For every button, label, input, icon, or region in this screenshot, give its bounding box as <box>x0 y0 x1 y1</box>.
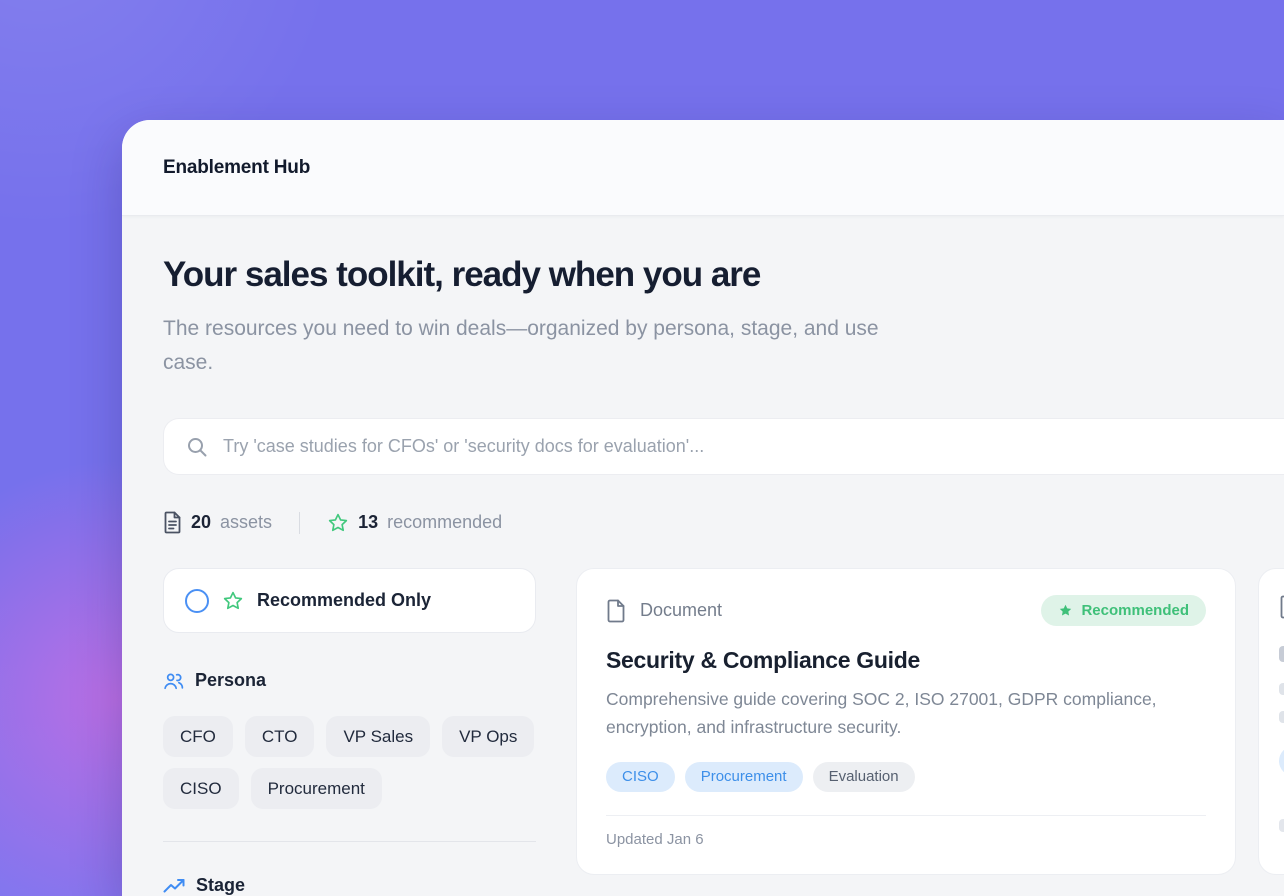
partial-card-tag <box>1279 746 1284 776</box>
persona-chip-cfo[interactable]: CFO <box>163 716 233 757</box>
recommended-stat: 13 recommended <box>327 512 502 534</box>
star-icon <box>222 590 244 612</box>
card-tag-procurement[interactable]: Procurement <box>685 762 803 792</box>
card-tag-evaluation[interactable]: Evaluation <box>813 762 915 792</box>
page-title: Your sales toolkit, ready when you are <box>163 254 1284 296</box>
assets-count: 20 <box>191 512 211 533</box>
persona-chip-vp-ops[interactable]: VP Ops <box>442 716 534 757</box>
assets-stat: 20 assets <box>163 511 272 534</box>
recommended-only-toggle[interactable]: Recommended Only <box>163 568 536 633</box>
star-icon <box>327 512 349 534</box>
card-tags: CISO Procurement Evaluation <box>606 762 1206 792</box>
content-row: Recommended Only Persona <box>163 568 1284 896</box>
persona-chip-vp-sales[interactable]: VP Sales <box>326 716 430 757</box>
enablement-hub-window: Enablement Hub Your sales toolkit, ready… <box>122 120 1284 896</box>
star-filled-icon <box>1058 603 1073 618</box>
sidebar-divider <box>163 841 536 842</box>
stats-divider <box>299 512 300 534</box>
card-updated: Updated Jan 6 <box>606 831 1206 848</box>
window-header: Enablement Hub <box>122 120 1284 216</box>
stage-filter-section: Stage <box>163 875 536 896</box>
persona-chips: CFO CTO VP Sales VP Ops CISO Procurement <box>163 716 536 809</box>
recommended-count: 13 <box>358 512 378 533</box>
radio-unchecked-icon[interactable] <box>185 589 209 613</box>
card-title: Security & Compliance Guide <box>606 647 1206 674</box>
card-divider <box>606 815 1206 816</box>
recommended-badge-label: Recommended <box>1081 602 1189 619</box>
window-body: Your sales toolkit, ready when you are T… <box>122 216 1284 896</box>
persona-filter-section: Persona CFO CTO VP Sales VP Ops CISO Pro… <box>163 670 536 809</box>
file-text-icon <box>163 511 182 534</box>
assets-label: assets <box>220 512 272 533</box>
persona-filter-title: Persona <box>195 670 266 691</box>
search-input[interactable] <box>223 419 1284 474</box>
stage-filter-title: Stage <box>196 875 245 896</box>
document-icon <box>1279 595 1284 619</box>
search-bar[interactable] <box>163 418 1284 475</box>
resource-card[interactable]: Document Recommended Security & Complian… <box>576 568 1236 875</box>
page-subtitle: The resources you need to win deals—orga… <box>163 312 933 380</box>
users-icon <box>163 671 184 691</box>
filter-sidebar: Recommended Only Persona <box>163 568 536 896</box>
persona-chip-ciso[interactable]: CISO <box>163 768 239 809</box>
persona-chip-cto[interactable]: CTO <box>245 716 315 757</box>
stats-row: 20 assets 13 recommended <box>163 511 1284 534</box>
partial-card-description <box>1279 683 1284 695</box>
card-tag-ciso[interactable]: CISO <box>606 762 675 792</box>
trending-up-icon <box>163 878 185 894</box>
cards-row: Document Recommended Security & Complian… <box>576 568 1284 875</box>
search-icon <box>186 436 208 458</box>
card-type-label: Document <box>640 600 722 621</box>
recommended-label: recommended <box>387 512 502 533</box>
app-title: Enablement Hub <box>163 157 310 179</box>
persona-chip-procurement[interactable]: Procurement <box>251 768 382 809</box>
partial-card-title <box>1279 646 1284 662</box>
recommended-only-label: Recommended Only <box>257 590 431 611</box>
partial-card-updated <box>1279 819 1284 832</box>
document-icon <box>606 599 626 623</box>
recommended-badge: Recommended <box>1041 595 1206 626</box>
card-description: Comprehensive guide covering SOC 2, ISO … <box>606 685 1206 741</box>
resource-card-partial[interactable] <box>1258 568 1284 875</box>
partial-card-description <box>1279 711 1284 723</box>
